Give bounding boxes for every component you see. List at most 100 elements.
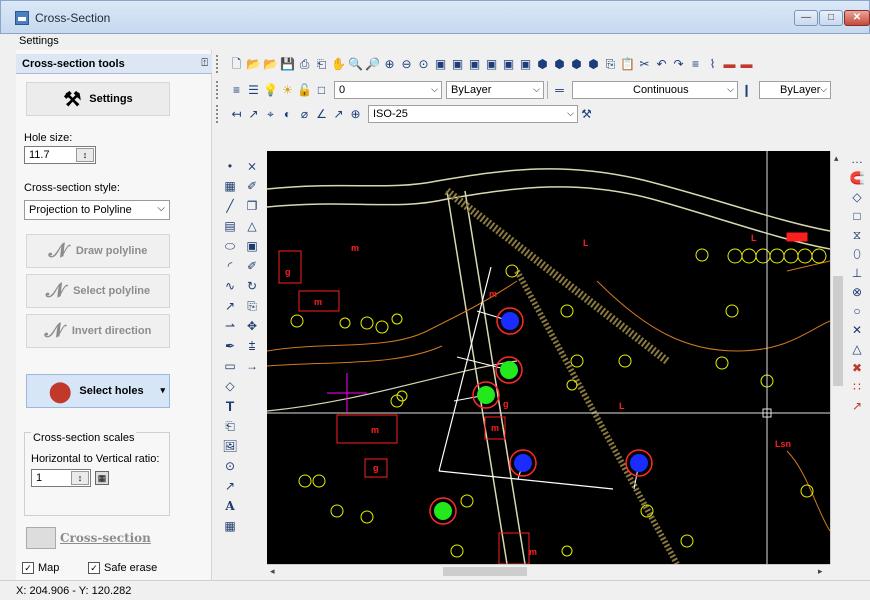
safe-erase-checkbox[interactable]: ✓ Safe erase — [88, 562, 157, 574]
zoom-out-icon[interactable]: ⊖ — [398, 56, 415, 73]
toolbar-grip[interactable] — [216, 55, 222, 73]
vertical-scroll-thumb[interactable] — [833, 276, 843, 386]
scale-icon[interactable]: ⎘ — [242, 296, 262, 316]
settings-button[interactable]: ⚒ Settings — [26, 82, 170, 116]
map-drawing[interactable]: m L g m m L g m m L Lsn m g — [267, 151, 830, 564]
line-icon[interactable]: ╱ — [220, 196, 240, 216]
layer-red-icon[interactable]: ▬ — [721, 56, 738, 73]
offset-icon[interactable]: ✐ — [242, 256, 262, 276]
drill-hole[interactable] — [509, 449, 537, 477]
donut-icon[interactable]: ⊙ — [220, 456, 240, 476]
snap-icon[interactable]: ⨯ — [242, 156, 262, 176]
open-file-icon[interactable]: 📂 — [262, 56, 279, 73]
select-holes-button[interactable]: ⬤ Select holes ▾ — [26, 374, 170, 408]
rectangle-icon[interactable]: ▭ — [220, 356, 240, 376]
radius-dimension-icon[interactable]: ◐ — [279, 106, 296, 123]
horizontal-scrollbar[interactable]: ◂ ▸ — [267, 564, 830, 578]
polygon-icon[interactable]: ◇ — [220, 376, 240, 396]
scroll-left-icon[interactable]: ◂ — [270, 566, 275, 577]
draw-polyline-button[interactable]: 𝒩 Draw polyline — [26, 234, 170, 268]
view-top-icon[interactable]: ▣ — [432, 56, 449, 73]
hole-size-spinner-icon[interactable]: ↕ — [76, 148, 94, 162]
pin-icon[interactable]: ⍐ — [201, 57, 208, 70]
view-front-icon[interactable]: ▣ — [500, 56, 517, 73]
iso-se-icon[interactable]: ⬢ — [551, 56, 568, 73]
drill-hole[interactable] — [429, 497, 457, 525]
match-properties-icon[interactable]: ≡ — [687, 56, 704, 73]
mtext-icon[interactable]: A — [220, 496, 240, 516]
iso-ne-icon[interactable]: ⬢ — [568, 56, 585, 73]
ratio-value[interactable]: 1 — [36, 472, 42, 484]
scroll-up-icon[interactable]: ▴ — [834, 153, 839, 164]
zoom-realtime-icon[interactable]: 🔍 — [347, 56, 364, 73]
polyline-tool-icon[interactable]: ⌇ — [704, 56, 721, 73]
vertical-scrollbar[interactable]: ▴ — [830, 151, 844, 564]
linear-dimension-icon[interactable]: ↤ — [228, 106, 245, 123]
match-icon[interactable]: ✐ — [242, 176, 262, 196]
snap-intersection-icon[interactable]: ⊗ — [844, 283, 870, 302]
hatch-icon[interactable]: ▦ — [220, 176, 240, 196]
snap-node-icon[interactable]: ⬯ — [844, 245, 870, 264]
spline-icon[interactable]: ∿ — [220, 276, 240, 296]
snap-midpoint-icon[interactable]: □ — [844, 207, 870, 226]
revcloud-icon[interactable]: ✒ — [220, 336, 240, 356]
ordinate-dimension-icon[interactable]: ⌖ — [262, 106, 279, 123]
mirror-icon[interactable]: △ — [242, 216, 262, 236]
dropdown-arrow-icon[interactable]: ▾ — [160, 385, 165, 396]
copy-tool-icon[interactable]: ❐ — [242, 196, 262, 216]
snap-insertion-icon[interactable]: △ — [844, 340, 870, 359]
grid-icon[interactable]: ∷ — [844, 378, 870, 397]
pan-icon[interactable]: ✋ — [330, 56, 347, 73]
color-select[interactable]: ByLayer ⌵ — [446, 81, 544, 99]
arc-icon[interactable]: ◜ — [220, 256, 240, 276]
layer-off-icon[interactable]: ▬ — [738, 56, 755, 73]
snap-quadrant-icon[interactable]: ○ — [844, 302, 870, 321]
checkbox-icon[interactable]: ✓ — [22, 562, 34, 574]
calculator-icon[interactable]: ▦ — [95, 471, 109, 485]
hole-size-field[interactable]: 11.7 ↕ — [24, 146, 96, 164]
linetype-select[interactable]: Continuous ⌵ — [572, 81, 738, 99]
layer-thaw-icon[interactable]: ☀ — [279, 82, 296, 99]
dimension-style-manager-icon[interactable]: ⚒ — [578, 106, 595, 123]
aligned-dimension-icon[interactable]: ↗ — [245, 106, 262, 123]
array-icon[interactable]: ▣ — [242, 236, 262, 256]
close-button[interactable]: ✕ — [844, 10, 870, 26]
print-preview-icon[interactable]: ⎗ — [313, 56, 330, 73]
save-icon[interactable]: 💾 — [279, 56, 296, 73]
horizontal-scroll-thumb[interactable] — [443, 567, 527, 576]
tab-settings[interactable]: Settings — [16, 35, 62, 48]
ray-icon[interactable]: ↗ — [220, 296, 240, 316]
redo-icon[interactable]: ↷ — [670, 56, 687, 73]
view-back-icon[interactable]: ▣ — [517, 56, 534, 73]
open-folder-icon[interactable]: 📂 — [245, 56, 262, 73]
maximize-button[interactable]: □ — [819, 10, 843, 26]
layer-lock-icon[interactable]: 🔓 — [296, 82, 313, 99]
snap-center-icon[interactable]: ⧖ — [844, 226, 870, 245]
copy-icon[interactable]: ⎘ — [602, 56, 619, 73]
drill-hole[interactable] — [495, 356, 523, 384]
ratio-spinner-icon[interactable]: ↕ — [71, 471, 89, 485]
view-right-icon[interactable]: ▣ — [483, 56, 500, 73]
extend-icon[interactable]: → — [242, 356, 262, 376]
paste-icon[interactable]: 📋 — [619, 56, 636, 73]
rotate-icon[interactable]: ↻ — [242, 276, 262, 296]
layer-select[interactable]: 0 ⌵ — [334, 81, 442, 99]
toolbar-grip[interactable] — [216, 81, 222, 99]
toolbar-grip[interactable] — [216, 105, 222, 123]
layer-manager-icon[interactable]: ≡ — [228, 82, 245, 99]
trim-icon[interactable]: ⩲ — [242, 336, 262, 356]
linetype-icon[interactable]: ═ — [551, 82, 568, 99]
snap-nearest-icon[interactable]: ↗ — [844, 397, 870, 416]
diameter-dimension-icon[interactable]: ⌀ — [296, 106, 313, 123]
ellipse-icon[interactable]: ⬭ — [220, 236, 240, 256]
minimize-button[interactable]: — — [794, 10, 818, 26]
magnet-icon[interactable]: 🧲 — [844, 169, 870, 188]
select-polyline-button[interactable]: 𝒩 Select polyline — [26, 274, 170, 308]
snap-tangent-icon[interactable]: ✕ — [844, 321, 870, 340]
dimension-style-select[interactable]: ISO-25 ⌵ — [368, 105, 578, 123]
view-left-icon[interactable]: ▣ — [466, 56, 483, 73]
xline-icon[interactable]: ⇀ — [220, 316, 240, 336]
iso-nw-icon[interactable]: ⬢ — [585, 56, 602, 73]
cut-icon[interactable]: ✂ — [636, 56, 653, 73]
checkbox-icon[interactable]: ✓ — [88, 562, 100, 574]
